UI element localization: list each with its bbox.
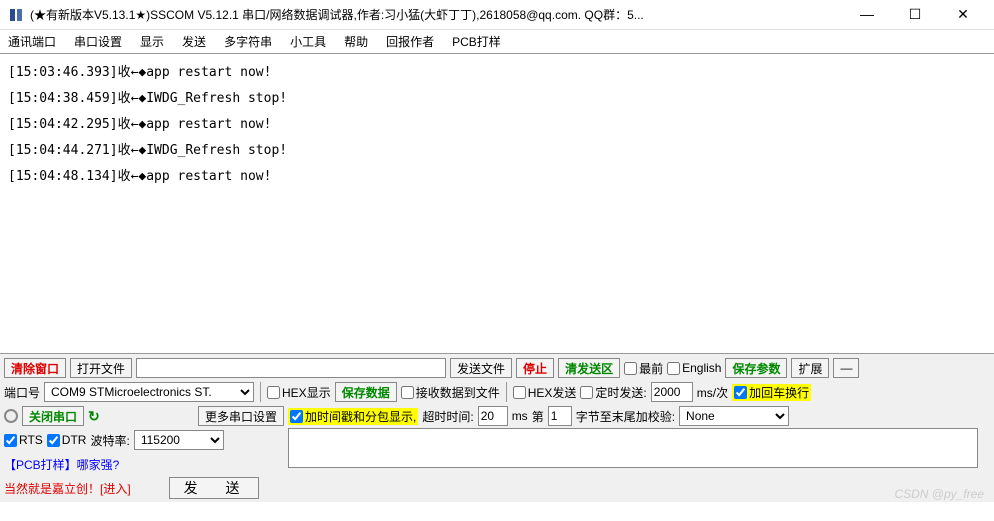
log-line: [15:03:46.393]收←◆app restart now! — [8, 60, 986, 86]
watermark: CSDN @py_free — [894, 487, 984, 501]
baud-select[interactable]: 115200 — [134, 430, 224, 450]
nth-label: 第 — [532, 408, 544, 425]
clear-window-button[interactable]: 清除窗口 — [4, 358, 66, 378]
minimize-button[interactable]: — — [852, 6, 882, 23]
window-title: (★有新版本V5.13.1★)SSCOM V5.12.1 串口/网络数据调试器,… — [30, 6, 852, 23]
timeout-label: 超时时间: — [422, 408, 473, 425]
send-button[interactable]: 发 送 — [169, 477, 259, 499]
dtr-checkbox[interactable]: DTR — [47, 433, 87, 447]
menu-pcb[interactable]: PCB打样 — [452, 33, 501, 50]
menu-settings[interactable]: 串口设置 — [74, 33, 122, 50]
nth-input[interactable] — [548, 406, 572, 426]
close-port-button[interactable]: 关闭串口 — [22, 406, 84, 426]
log-line: [15:04:44.271]收←◆IWDG_Refresh stop! — [8, 138, 986, 164]
more-settings-button[interactable]: 更多串口设置 — [198, 406, 284, 426]
menu-multistr[interactable]: 多字符串 — [224, 33, 272, 50]
send-textarea[interactable] — [288, 428, 978, 468]
send-file-button[interactable]: 发送文件 — [450, 358, 512, 378]
menu-send[interactable]: 发送 — [182, 33, 206, 50]
log-line: [15:04:38.459]收←◆IWDG_Refresh stop! — [8, 86, 986, 112]
menu-feedback[interactable]: 回报作者 — [386, 33, 434, 50]
collapse-button[interactable]: — — [833, 358, 859, 378]
add-crlf-checkbox[interactable]: 加回车换行 — [732, 384, 811, 401]
title-bar: (★有新版本V5.13.1★)SSCOM V5.12.1 串口/网络数据调试器,… — [0, 0, 994, 30]
open-file-button[interactable]: 打开文件 — [70, 358, 132, 378]
control-panel: 清除窗口 打开文件 发送文件 停止 清发送区 最前 English 保存参数 扩… — [0, 354, 994, 502]
log-line: [15:04:42.295]收←◆app restart now! — [8, 112, 986, 138]
baud-label: 波特率: — [90, 432, 129, 449]
maximize-button[interactable]: ☐ — [900, 6, 930, 23]
crc-select[interactable]: None — [679, 406, 789, 426]
timed-send-checkbox[interactable]: 定时发送: — [580, 384, 646, 401]
menu-tools[interactable]: 小工具 — [290, 33, 326, 50]
interval-unit: ms/次 — [697, 384, 728, 401]
menu-help[interactable]: 帮助 — [344, 33, 368, 50]
port-select[interactable]: COM9 STMicroelectronics ST. — [44, 382, 254, 402]
hex-show-checkbox[interactable]: HEX显示 — [267, 384, 331, 401]
expand-button[interactable]: 扩展 — [791, 358, 829, 378]
separator — [506, 382, 507, 402]
rts-checkbox[interactable]: RTS — [4, 433, 43, 447]
file-path-input[interactable] — [136, 358, 446, 378]
recv-to-file-checkbox[interactable]: 接收数据到文件 — [401, 384, 500, 401]
crc-label: 字节至末尾加校验: — [576, 408, 675, 425]
save-data-button[interactable]: 保存数据 — [335, 382, 397, 402]
terminal-output[interactable]: [15:03:46.393]收←◆app restart now! [15:04… — [0, 54, 994, 354]
menu-display[interactable]: 显示 — [140, 33, 164, 50]
menu-bar: 通讯端口 串口设置 显示 发送 多字符串 小工具 帮助 回报作者 PCB打样 — [0, 30, 994, 54]
timestamp-checkbox[interactable]: 加时间戳和分包显示, — [288, 408, 418, 425]
hex-send-checkbox[interactable]: HEX发送 — [513, 384, 577, 401]
app-icon — [8, 7, 24, 23]
close-button[interactable]: ✕ — [948, 6, 978, 23]
timeout-unit: ms — [512, 409, 528, 423]
record-icon[interactable] — [4, 409, 18, 423]
log-line: [15:04:48.134]收←◆app restart now! — [8, 164, 986, 190]
interval-input[interactable] — [651, 382, 693, 402]
separator — [260, 382, 261, 402]
refresh-icon[interactable]: ↻ — [88, 408, 100, 425]
timeout-input[interactable] — [478, 406, 508, 426]
topmost-checkbox[interactable]: 最前 — [624, 360, 663, 377]
jlc-ad-link[interactable]: 当然就是嘉立创！[进入] — [4, 480, 131, 497]
pcb-ad-link[interactable]: 【PCB打样】哪家强? — [4, 456, 119, 473]
menu-port[interactable]: 通讯端口 — [8, 33, 56, 50]
clear-send-button[interactable]: 清发送区 — [558, 358, 620, 378]
english-checkbox[interactable]: English — [667, 361, 721, 375]
save-params-button[interactable]: 保存参数 — [725, 358, 787, 378]
stop-button[interactable]: 停止 — [516, 358, 554, 378]
port-label: 端口号 — [4, 384, 40, 401]
